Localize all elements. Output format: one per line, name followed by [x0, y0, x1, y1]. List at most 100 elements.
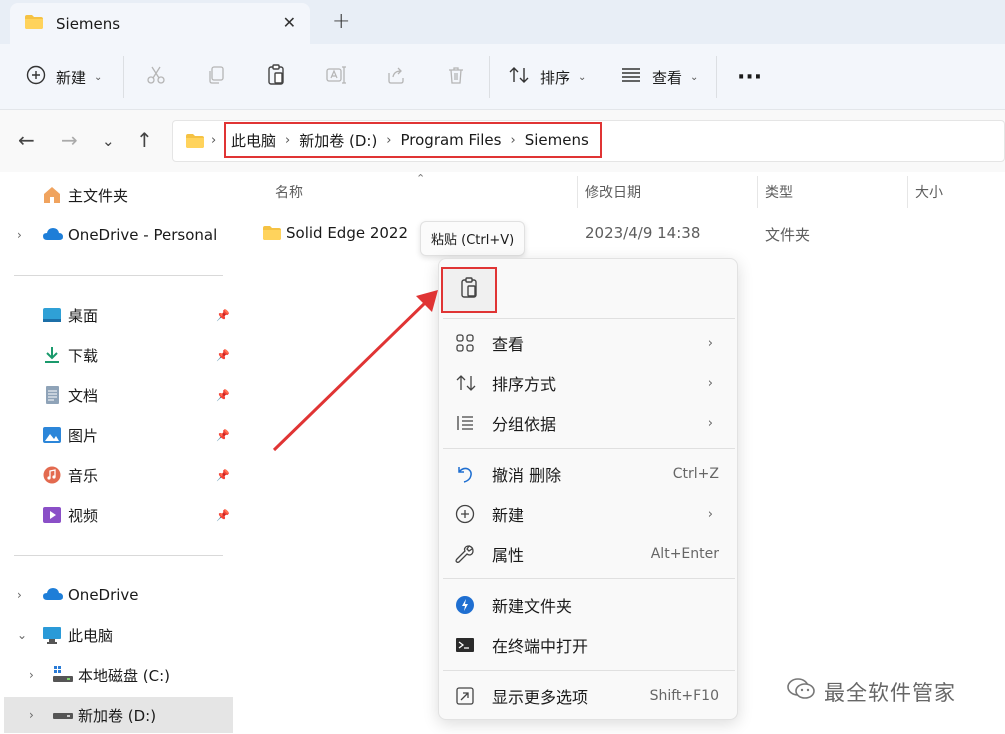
column-header-type[interactable]: 类型: [765, 182, 793, 202]
sidebar-item-onedrive-personal[interactable]: › OneDrive - Personal: [0, 217, 233, 253]
toolbar-divider: [489, 56, 490, 98]
sidebar-item-documents[interactable]: 文档 📌: [0, 377, 233, 413]
sort-button[interactable]: 排序 ⌄: [508, 44, 586, 110]
sidebar-divider: [14, 275, 223, 276]
up-arrow-icon[interactable]: ↑: [136, 128, 153, 152]
sidebar-item-local-disk-c[interactable]: › 本地磁盘 (C:): [0, 657, 233, 693]
breadcrumb-this-pc[interactable]: 此电脑: [231, 130, 276, 151]
sidebar-item-home[interactable]: 主文件夹: [0, 177, 233, 213]
pin-icon[interactable]: 📌: [216, 389, 230, 402]
menu-item-label: 排序方式: [492, 375, 557, 394]
breadcrumb-drive-d[interactable]: 新加卷 (D:): [299, 130, 377, 151]
chevron-right-icon[interactable]: ›: [29, 668, 34, 682]
sidebar-item-label: 本地磁盘 (C:): [78, 666, 170, 685]
picture-icon: [42, 426, 62, 444]
more-options-button[interactable]: ···: [737, 44, 762, 110]
menu-item-label: 分组依据: [492, 415, 557, 434]
chevron-right-icon: ›: [211, 133, 217, 148]
menu-item-show-more-options[interactable]: 显示更多选项 Shift+F10: [443, 677, 735, 715]
menu-item-properties[interactable]: 属性 Alt+Enter: [443, 535, 735, 573]
cut-button[interactable]: [146, 44, 166, 110]
context-paste-button[interactable]: [441, 267, 497, 313]
share-button[interactable]: [386, 44, 406, 110]
sidebar-item-desktop[interactable]: 桌面 📌: [0, 297, 233, 333]
folder-icon: [185, 133, 205, 153]
column-header-size[interactable]: 大小: [915, 182, 943, 202]
pin-icon[interactable]: 📌: [216, 349, 230, 362]
menu-item-label: 新建: [492, 506, 525, 525]
new-button[interactable]: 新建 ⌄: [26, 44, 102, 110]
file-name: Solid Edge 2022: [286, 224, 409, 242]
shortcut-label: Alt+Enter: [650, 546, 719, 562]
sort-label: 排序: [540, 68, 571, 87]
delete-button[interactable]: [446, 44, 466, 110]
breadcrumb-program-files[interactable]: Program Files: [401, 131, 502, 149]
sidebar-item-label: OneDrive - Personal: [68, 226, 218, 244]
paste-button[interactable]: [266, 44, 286, 110]
scissors-icon: [146, 65, 166, 89]
chevron-right-icon: ›: [386, 132, 392, 148]
sidebar-item-onedrive[interactable]: › OneDrive: [0, 577, 233, 613]
menu-item-label: 显示更多选项: [492, 688, 589, 707]
chevron-right-icon: ›: [707, 375, 713, 391]
sidebar-item-videos[interactable]: 视频 📌: [0, 497, 233, 533]
menu-item-view[interactable]: 查看 ›: [443, 324, 735, 362]
column-header-date[interactable]: 修改日期: [585, 182, 641, 202]
menu-item-new[interactable]: 新建 ›: [443, 495, 735, 533]
new-tab-button[interactable]: +: [332, 9, 350, 34]
navigation-row: ← → ⌄ ↑ › 此电脑 › 新加卷 (D:) › Program Files…: [0, 110, 1005, 172]
sidebar-item-drive-d[interactable]: › 新加卷 (D:): [4, 697, 233, 733]
new-label: 新建: [56, 68, 87, 87]
menu-item-new-folder[interactable]: 新建文件夹: [443, 586, 735, 624]
toolbar-divider: [123, 56, 124, 98]
context-menu: 查看 › 排序方式 › 分组依据 › 撤消 删除 Ctrl+Z 新建 › 属性: [438, 258, 738, 720]
menu-item-sort-by[interactable]: 排序方式 ›: [443, 364, 735, 402]
file-type: 文件夹: [765, 226, 811, 244]
sidebar-item-this-pc[interactable]: ⌄ 此电脑: [0, 617, 233, 653]
sidebar-item-music[interactable]: 音乐 📌: [0, 457, 233, 493]
column-divider[interactable]: [577, 176, 578, 208]
new-folder-icon: [455, 595, 477, 615]
chevron-right-icon[interactable]: ›: [17, 588, 22, 602]
pin-icon[interactable]: 📌: [216, 469, 230, 482]
sidebar-item-downloads[interactable]: 下载 📌: [0, 337, 233, 373]
title-bar: Siemens ✕ +: [0, 0, 1005, 44]
chevron-down-icon: ⌄: [690, 71, 699, 83]
sidebar-item-label: 文档: [68, 386, 99, 405]
pin-icon[interactable]: 📌: [216, 429, 230, 442]
column-divider[interactable]: [907, 176, 908, 208]
chevron-down-icon[interactable]: ⌄: [17, 628, 27, 642]
back-arrow-icon[interactable]: ←: [18, 128, 35, 152]
chevron-right-icon[interactable]: ›: [29, 708, 34, 722]
table-row[interactable]: Solid Edge 2022 2023/4/9 14:38 文件夹: [254, 220, 994, 250]
sidebar-item-label: 桌面: [68, 306, 99, 325]
pin-icon[interactable]: 📌: [216, 309, 230, 322]
menu-item-open-in-terminal[interactable]: 在终端中打开: [443, 626, 735, 664]
computer-icon: [42, 626, 62, 644]
navigation-pane: 主文件夹 › OneDrive - Personal 桌面 📌 下载 📌 文档 …: [0, 172, 235, 734]
rename-icon: [326, 65, 348, 89]
chevron-right-icon[interactable]: ›: [17, 228, 22, 242]
menu-item-undo-delete[interactable]: 撤消 删除 Ctrl+Z: [443, 455, 735, 493]
document-icon: [42, 386, 62, 404]
recent-locations-chevron-icon[interactable]: ⌄: [102, 132, 115, 150]
sidebar-item-pictures[interactable]: 图片 📌: [0, 417, 233, 453]
menu-item-group-by[interactable]: 分组依据 ›: [443, 404, 735, 442]
wechat-icon: [786, 676, 816, 707]
view-list-icon: [620, 66, 642, 88]
cloud-icon: [42, 226, 63, 244]
view-button[interactable]: 查看 ⌄: [620, 44, 698, 110]
column-divider[interactable]: [757, 176, 758, 208]
forward-arrow-icon[interactable]: →: [61, 128, 78, 152]
pin-icon[interactable]: 📌: [216, 509, 230, 522]
breadcrumb-siemens[interactable]: Siemens: [525, 131, 589, 149]
close-tab-icon[interactable]: ✕: [283, 13, 296, 32]
rename-button[interactable]: [326, 44, 348, 110]
tab-siemens[interactable]: Siemens ✕: [10, 3, 310, 44]
copy-button[interactable]: [206, 44, 226, 110]
address-bar[interactable]: › 此电脑 › 新加卷 (D:) › Program Files › Sieme…: [172, 120, 1005, 162]
sidebar-item-label: 音乐: [68, 466, 99, 485]
view-label: 查看: [652, 68, 683, 87]
sidebar-item-label: 主文件夹: [68, 186, 129, 205]
column-header-name[interactable]: 名称: [275, 182, 303, 202]
